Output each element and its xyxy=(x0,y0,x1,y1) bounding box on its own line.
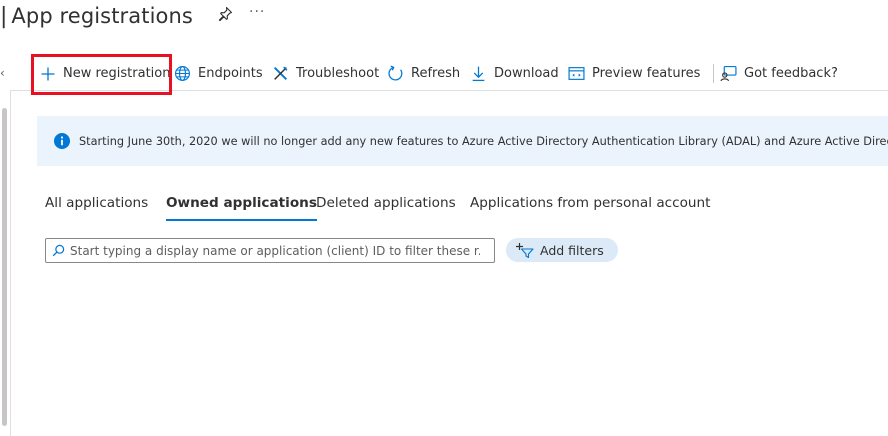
tab-owned-applications[interactable]: Owned applications xyxy=(166,192,317,222)
highlight-annotation xyxy=(31,54,172,95)
troubleshoot-label: Troubleshoot xyxy=(296,66,380,81)
feedback-label: Got feedback? xyxy=(744,66,838,81)
download-label: Download xyxy=(494,66,559,81)
tab-all-applications[interactable]: All applications xyxy=(45,192,148,222)
download-icon xyxy=(472,66,485,82)
title-pipe: | xyxy=(0,3,8,29)
add-filters-label: Add filters xyxy=(540,242,604,258)
tab-personal-account-applications[interactable]: Applications from personal account xyxy=(470,192,711,222)
preview-features-label: Preview features xyxy=(592,66,701,81)
wrench-icon xyxy=(273,66,288,81)
refresh-label: Refresh xyxy=(411,66,461,81)
toolbar-separator xyxy=(713,64,714,83)
add-filter-icon xyxy=(516,243,534,258)
page-title: App registrations xyxy=(11,4,193,28)
banner-message: Starting June 30th, 2020 we will no long… xyxy=(79,134,888,148)
info-icon xyxy=(54,133,70,149)
add-filters-button[interactable]: Add filters xyxy=(506,238,618,262)
active-tab-indicator xyxy=(166,219,317,221)
scrollbar[interactable] xyxy=(2,108,7,426)
download-button[interactable]: Download xyxy=(470,57,559,90)
search-icon xyxy=(52,244,65,257)
preview-icon xyxy=(568,67,585,80)
refresh-button[interactable]: Refresh xyxy=(387,57,460,90)
troubleshoot-button[interactable]: Troubleshoot xyxy=(272,57,379,90)
more-icon[interactable]: ··· xyxy=(249,4,265,20)
search-box xyxy=(45,238,495,263)
globe-icon xyxy=(175,66,190,81)
endpoints-label: Endpoints xyxy=(198,66,263,81)
endpoints-button[interactable]: Endpoints xyxy=(174,57,263,90)
feedback-icon xyxy=(720,66,737,82)
search-input[interactable] xyxy=(70,243,480,258)
tab-deleted-applications[interactable]: Deleted applications xyxy=(316,192,456,222)
pin-icon[interactable] xyxy=(217,6,233,22)
page-title-bar: | App registrations xyxy=(0,0,193,32)
collapse-chevron-icon[interactable]: ‹ xyxy=(0,66,5,80)
tab-owned-applications-label: Owned applications xyxy=(166,195,317,211)
feedback-button[interactable]: Got feedback? xyxy=(720,57,838,90)
content-divider xyxy=(10,90,11,436)
preview-features-button[interactable]: Preview features xyxy=(568,57,700,90)
info-banner: Starting June 30th, 2020 we will no long… xyxy=(37,116,888,166)
refresh-icon xyxy=(388,65,403,81)
